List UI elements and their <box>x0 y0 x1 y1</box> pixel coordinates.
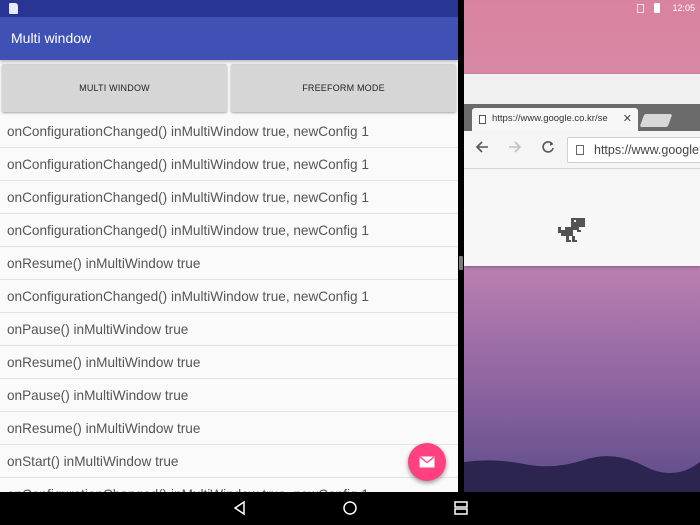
dinosaur-icon[interactable] <box>557 218 587 244</box>
list-item: onPause() inMultiWindow true <box>0 313 458 346</box>
list-item: onConfigurationChanged() inMultiWindow t… <box>0 280 458 313</box>
recents-icon[interactable] <box>454 500 468 516</box>
log-list[interactable]: onConfigurationChanged() inMultiWindow t… <box>0 115 458 492</box>
forward-arrow-icon[interactable] <box>505 140 525 160</box>
system-nav-bar <box>0 492 700 525</box>
multi-window-app: Multi window MULTI WINDOW FREEFORM MODE … <box>0 0 458 492</box>
new-tab-button[interactable] <box>639 114 673 127</box>
multi-window-button[interactable]: MULTI WINDOW <box>2 64 227 112</box>
list-item: onConfigurationChanged() inMultiWindow t… <box>0 115 458 148</box>
app-title: Multi window <box>11 30 92 46</box>
back-arrow-icon[interactable] <box>472 140 492 160</box>
list-item: onPause() inMultiWindow true <box>0 379 458 412</box>
list-item: onStart() inMultiWindow true <box>0 445 458 478</box>
tab-strip: https://www.google.co.kr/se ✕ <box>464 104 700 131</box>
mountain-silhouette <box>464 456 700 492</box>
right-pane: 12:05 https://www.google.co.kr/se ✕ http… <box>464 0 700 492</box>
freeform-mode-button[interactable]: FREEFORM MODE <box>231 64 456 112</box>
button-row: MULTI WINDOW FREEFORM MODE <box>0 60 458 115</box>
back-icon[interactable] <box>232 500 246 516</box>
no-sim-icon <box>637 4 644 13</box>
browser-toolbar: https://www.google <box>464 131 700 169</box>
list-item: onConfigurationChanged() inMultiWindow t… <box>0 181 458 214</box>
list-item: onConfigurationChanged() inMultiWindow t… <box>0 214 458 247</box>
list-item: onConfigurationChanged() inMultiWindow t… <box>0 478 458 492</box>
tab-title: https://www.google.co.kr/se <box>492 113 608 124</box>
page-info-icon[interactable] <box>576 145 584 155</box>
reload-icon[interactable] <box>538 140 558 160</box>
app-bar: Multi window <box>0 17 458 60</box>
email-icon <box>419 456 435 468</box>
divider-handle[interactable] <box>459 256 463 270</box>
battery-icon <box>654 3 660 13</box>
browser-tab-active[interactable]: https://www.google.co.kr/se ✕ <box>472 108 638 131</box>
list-item: onResume() inMultiWindow true <box>0 412 458 445</box>
clock: 12:05 <box>672 3 695 13</box>
url-text: https://www.google <box>594 143 699 157</box>
list-item: onResume() inMultiWindow true <box>0 346 458 379</box>
list-item: onResume() inMultiWindow true <box>0 247 458 280</box>
sd-card-icon <box>9 3 18 14</box>
url-bar[interactable]: https://www.google <box>567 137 700 163</box>
page-icon <box>479 115 486 124</box>
close-tab-icon[interactable]: ✕ <box>623 108 632 130</box>
list-item: onConfigurationChanged() inMultiWindow t… <box>0 148 458 181</box>
screen: Multi window MULTI WINDOW FREEFORM MODE … <box>0 0 700 525</box>
chrome-browser-window: https://www.google.co.kr/se ✕ https://ww… <box>464 74 700 266</box>
browser-caption <box>464 74 700 104</box>
email-fab-button[interactable] <box>408 443 446 481</box>
status-bar-right: 12:05 <box>464 0 700 17</box>
home-icon[interactable] <box>342 500 358 516</box>
status-bar-left <box>0 0 458 17</box>
